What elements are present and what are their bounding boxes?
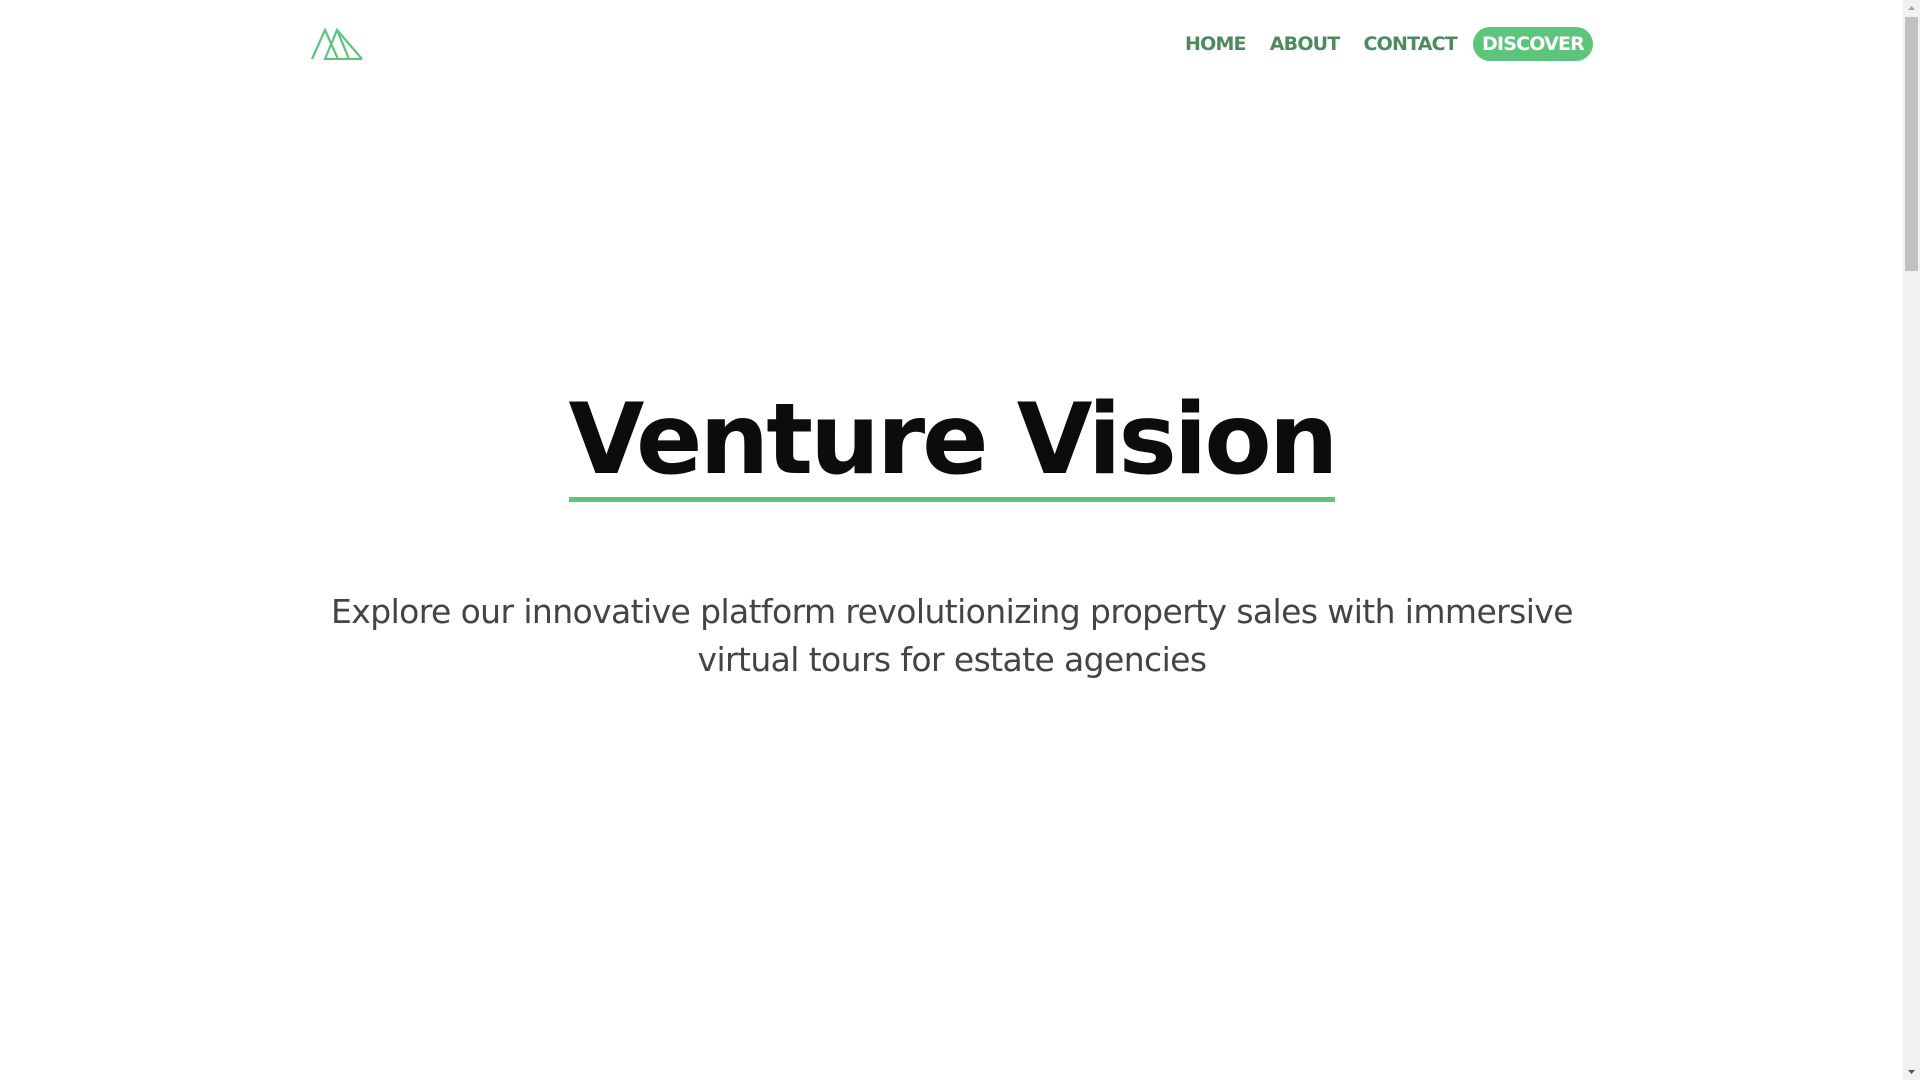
main-nav: HOME ABOUT CONTACT DISCOVER [1173, 27, 1593, 61]
nav-about-link[interactable]: ABOUT [1258, 27, 1352, 61]
hero-title-text: Venture Vision [568, 385, 1338, 502]
scrollbar-thumb[interactable] [1905, 17, 1918, 271]
logo-link[interactable] [310, 27, 363, 61]
site-header: HOME ABOUT CONTACT DISCOVER [310, 24, 1593, 64]
page: HOME ABOUT CONTACT DISCOVER Venture Visi… [0, 0, 1920, 1080]
nav-home-link[interactable]: HOME [1173, 27, 1258, 61]
nav-contact-link[interactable]: CONTACT [1351, 27, 1469, 61]
nav-discover-button[interactable]: DISCOVER [1472, 27, 1593, 61]
hero-subtitle: Explore our innovative platform revoluti… [331, 592, 1573, 679]
arrow-up-icon[interactable] [1903, 0, 1920, 17]
arrow-down-icon[interactable] [1903, 1063, 1920, 1080]
mountains-logo-icon [310, 27, 363, 61]
vertical-scrollbar[interactable] [1903, 0, 1920, 1080]
hero-title: Venture Vision [0, 385, 1904, 502]
